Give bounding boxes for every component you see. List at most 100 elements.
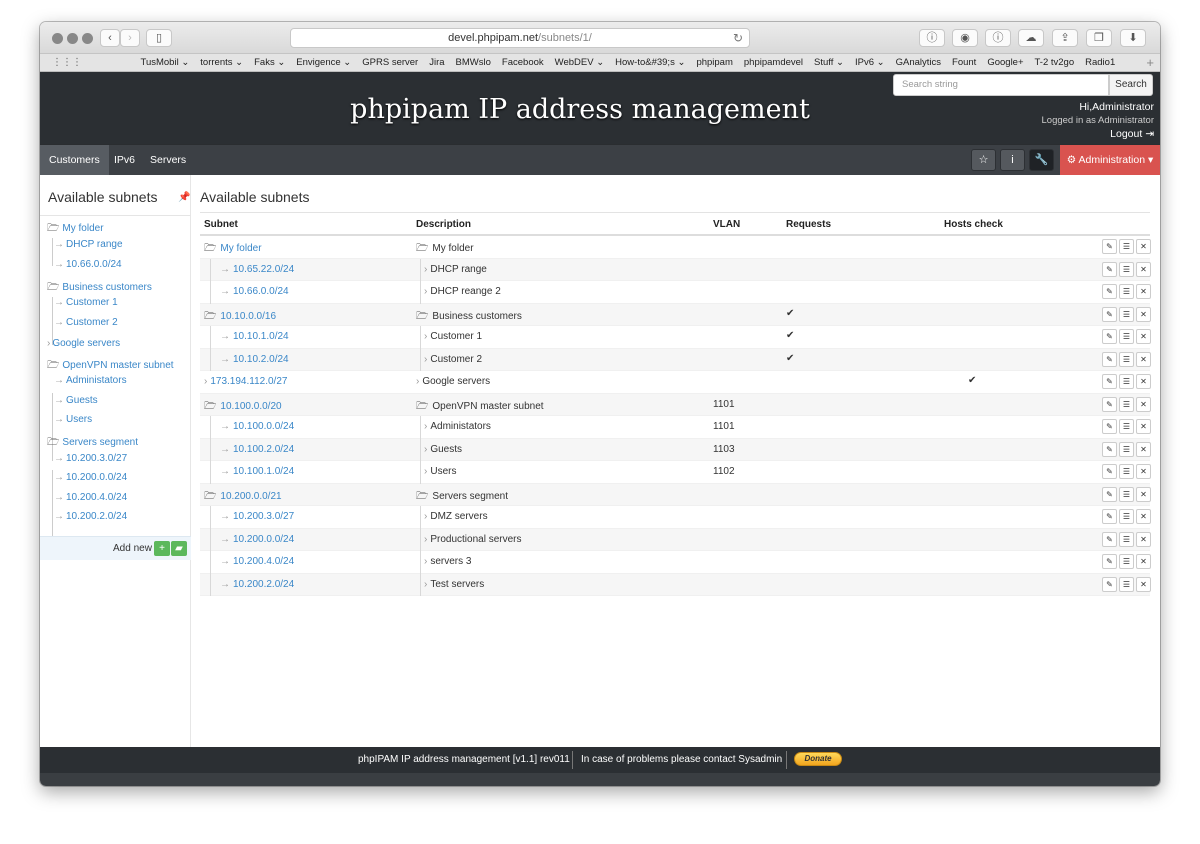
- bookmark-item[interactable]: How-to&#39;s ⌄: [610, 54, 691, 72]
- details-button[interactable]: ☰: [1119, 351, 1134, 367]
- details-button[interactable]: ☰: [1119, 261, 1134, 277]
- table-row[interactable]: → 10.200.0.0/24 › Productional servers ✎ ☰ ✕: [200, 528, 1151, 551]
- details-button[interactable]: ☰: [1119, 464, 1134, 479]
- edit-button[interactable]: ✎: [1102, 396, 1117, 412]
- table-row[interactable]: 🗁 10.100.0.0/20 🗁 OpenVPN master subnet 1101…: [200, 393, 1151, 416]
- delete-button[interactable]: ✕: [1136, 531, 1151, 547]
- details-button[interactable]: ☰: [1119, 374, 1134, 389]
- sidebar-item-guests[interactable]: → Guests: [54, 395, 98, 406]
- subnet-link[interactable]: 10.200.2.0/24: [233, 579, 294, 590]
- details-button[interactable]: ☰: [1119, 486, 1134, 502]
- subnet-cell[interactable]: → 10.100.0.0/24: [220, 421, 294, 432]
- subnet-cell[interactable]: → 10.200.2.0/24: [220, 579, 294, 590]
- sidebar-folder-servers-segment[interactable]: 🗁 Servers segment: [47, 435, 138, 452]
- subnet-cell[interactable]: → 10.10.2.0/24: [220, 354, 289, 365]
- edit-button[interactable]: ✎: [1102, 306, 1117, 322]
- ghostery-extension-button[interactable]: ◉: [952, 29, 978, 47]
- sidebar-item-10-200-3-0[interactable]: → 10.200.3.0/27: [54, 453, 127, 464]
- onepassword-extension-button[interactable]: ⓘ: [919, 29, 945, 47]
- subnet-link[interactable]: My folder: [220, 243, 261, 254]
- subnet-cell[interactable]: → 10.200.3.0/27: [220, 511, 294, 522]
- sidebar-item-administators[interactable]: → Administators: [54, 375, 127, 386]
- details-button[interactable]: ☰: [1119, 284, 1134, 299]
- nav-servers[interactable]: Servers: [141, 145, 195, 175]
- subnet-cell[interactable]: 🗁 10.200.0.0/21: [204, 489, 282, 506]
- zoom-window-button[interactable]: [82, 33, 93, 44]
- bookmark-item[interactable]: Google+: [982, 54, 1029, 72]
- subnet-link[interactable]: 10.200.4.0/24: [233, 556, 294, 567]
- table-row[interactable]: → 10.10.2.0/24 › Customer 2 ✔ ✎ ☰ ✕: [200, 348, 1151, 371]
- subnet-cell[interactable]: 🗁 10.10.0.0/16: [204, 309, 276, 326]
- subnet-link[interactable]: 10.10.0.0/16: [220, 311, 276, 322]
- subnet-cell[interactable]: → 10.65.22.0/24: [220, 264, 294, 275]
- details-button[interactable]: ☰: [1119, 239, 1134, 254]
- donate-button[interactable]: Donate: [794, 752, 842, 766]
- table-row[interactable]: › 173.194.112.0/27 › Google servers ✔ ✎ ☰ ✕: [200, 371, 1151, 394]
- subnet-link[interactable]: 10.200.0.0/21: [220, 491, 281, 502]
- delete-button[interactable]: ✕: [1136, 284, 1151, 299]
- info-button[interactable]: i: [1000, 149, 1025, 171]
- download-button[interactable]: ⬇: [1120, 29, 1146, 47]
- bookmark-item[interactable]: Radio1: [1080, 54, 1121, 72]
- add-folder-button[interactable]: ▰: [171, 541, 187, 556]
- sidebar-item-users[interactable]: → Users: [54, 414, 92, 425]
- bookmark-item[interactable]: Envigence ⌄: [291, 54, 357, 72]
- icloud-button[interactable]: ☁: [1018, 29, 1044, 47]
- search-button[interactable]: Search: [1109, 74, 1153, 96]
- plus-icon[interactable]: +: [1146, 55, 1154, 71]
- edit-button[interactable]: ✎: [1102, 374, 1117, 389]
- bookmark-item[interactable]: IPv6 ⌄: [850, 54, 891, 72]
- subnet-link[interactable]: 10.10.1.0/24: [233, 331, 289, 342]
- bookmark-item[interactable]: Fount: [947, 54, 982, 72]
- footer-contact[interactable]: In case of problems please contact Sysad…: [581, 754, 782, 765]
- sidebar-item-10-200-2-0[interactable]: → 10.200.2.0/24: [54, 511, 127, 522]
- details-button[interactable]: ☰: [1119, 329, 1134, 344]
- subnet-link[interactable]: 10.65.22.0/24: [233, 264, 294, 275]
- table-row[interactable]: 🗁 My folder 🗁 My folder ✎ ☰ ✕: [200, 236, 1151, 259]
- sidebar-item-10-66-0-0[interactable]: → 10.66.0.0/24: [54, 259, 122, 270]
- sidebar-item-10-200-4-0[interactable]: → 10.200.4.0/24: [54, 492, 127, 503]
- subnet-link[interactable]: 10.200.3.0/27: [233, 511, 294, 522]
- bookmark-item[interactable]: phpipamdevel: [738, 54, 808, 72]
- close-window-button[interactable]: [52, 33, 63, 44]
- address-bar[interactable]: devel.phpipam.net/subnets/1/ ↻: [290, 28, 750, 48]
- minimize-window-button[interactable]: [67, 33, 78, 44]
- subnet-cell[interactable]: → 10.200.0.0/24: [220, 534, 294, 545]
- subnet-cell[interactable]: 🗁 10.100.0.0/20: [204, 399, 282, 416]
- edit-button[interactable]: ✎: [1102, 419, 1117, 434]
- subnet-link[interactable]: 10.100.0.0/24: [233, 421, 294, 432]
- subnet-cell[interactable]: › 173.194.112.0/27: [204, 376, 287, 387]
- delete-button[interactable]: ✕: [1136, 576, 1151, 592]
- sidebar-item-customer-1[interactable]: → Customer 1: [54, 297, 118, 308]
- table-row[interactable]: → 10.100.1.0/24 › Users 1102 ✎ ☰ ✕: [200, 461, 1151, 484]
- delete-button[interactable]: ✕: [1136, 374, 1151, 389]
- bookmark-item[interactable]: GAnalytics: [890, 54, 946, 72]
- back-button[interactable]: ‹: [100, 29, 120, 47]
- subnet-link[interactable]: 10.200.0.0/24: [233, 534, 294, 545]
- sidebar-folder-openvpn[interactable]: 🗁 OpenVPN master subnet: [47, 358, 174, 375]
- details-button[interactable]: ☰: [1119, 554, 1134, 569]
- nav-customers[interactable]: Customers: [40, 145, 109, 175]
- delete-button[interactable]: ✕: [1136, 239, 1151, 254]
- delete-button[interactable]: ✕: [1136, 554, 1151, 569]
- delete-button[interactable]: ✕: [1136, 441, 1151, 457]
- details-button[interactable]: ☰: [1119, 396, 1134, 412]
- bookmark-item[interactable]: torrents ⌄: [195, 54, 249, 72]
- edit-button[interactable]: ✎: [1102, 531, 1117, 547]
- reload-icon[interactable]: ↻: [733, 29, 743, 47]
- search-input[interactable]: Search string: [893, 74, 1109, 96]
- delete-button[interactable]: ✕: [1136, 261, 1151, 277]
- nav-ipv6[interactable]: IPv6: [105, 145, 144, 175]
- delete-button[interactable]: ✕: [1136, 306, 1151, 322]
- subnet-link[interactable]: 10.100.1.0/24: [233, 466, 294, 477]
- subnet-link[interactable]: 10.100.0.0/20: [220, 401, 281, 412]
- subnet-cell[interactable]: → 10.200.4.0/24: [220, 556, 294, 567]
- edit-button[interactable]: ✎: [1102, 239, 1117, 254]
- delete-button[interactable]: ✕: [1136, 486, 1151, 502]
- sidebar-toggle-button[interactable]: ▯: [146, 29, 172, 47]
- subnet-cell[interactable]: 🗁 My folder: [204, 241, 262, 258]
- details-button[interactable]: ☰: [1119, 509, 1134, 524]
- delete-button[interactable]: ✕: [1136, 329, 1151, 344]
- table-row[interactable]: → 10.200.4.0/24 › servers 3 ✎ ☰ ✕: [200, 551, 1151, 574]
- pin-icon[interactable]: 📌: [178, 192, 190, 203]
